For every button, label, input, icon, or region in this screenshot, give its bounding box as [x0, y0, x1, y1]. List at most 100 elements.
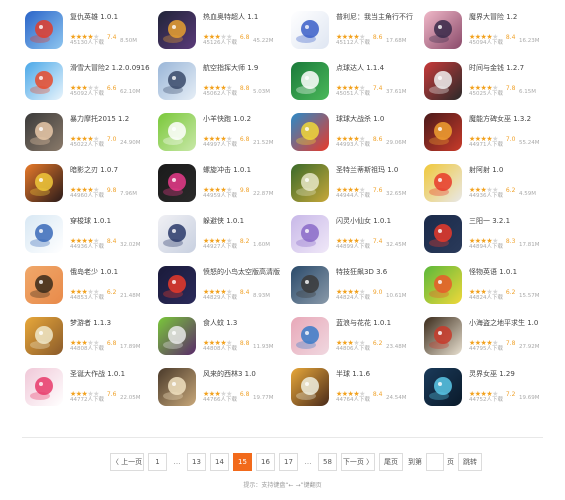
captain-hero-icon[interactable]	[25, 11, 63, 49]
app-item[interactable]: 螺旋冲击 1.0.1 ★★★★★ 9.8 44959人下载 22.87M	[155, 161, 288, 212]
app-name-link[interactable]: 怪物英语 1.0.1	[469, 267, 553, 277]
app-item[interactable]: 时间与金钱 1.2.7 ★★★★★ 7.8 45025人下载 6.15M	[421, 59, 552, 110]
app-name-link[interactable]: 滑雪大冒险2 1.2.0.0916	[70, 63, 154, 73]
app-name-link[interactable]: 魔能方碑女巫 1.3.2	[469, 114, 553, 124]
spiral-icon[interactable]	[158, 164, 196, 202]
app-item[interactable]: 航空指挥大师 1.9 ★★★★★ 8.8 45062人下载 5.03M	[155, 59, 288, 110]
app-item[interactable]: 暴力摩托2015 1.2 ★★★★★ 7.0 45022人下载 24.90M	[22, 110, 155, 161]
app-name-link[interactable]: 点球达人 1.1.4	[336, 63, 420, 73]
app-name-link[interactable]: 特技狂飙3D 3.6	[336, 267, 420, 277]
app-name-link[interactable]: 时间与金钱 1.2.7	[469, 63, 553, 73]
jump-button[interactable]: 跳转	[458, 453, 482, 471]
christmas-girl-icon[interactable]	[25, 368, 63, 406]
app-name-link[interactable]: 蓝浪与花花 1.0.1	[336, 318, 420, 328]
app-item[interactable]: 愤怒的小鸟太空版高清版 ★★★★★ 8.4 44829人下载 8.93M	[155, 263, 288, 314]
app-item[interactable]: 灵界女巫 1.29 ★★★★★ 7.2 44752人下载 19.69M	[421, 365, 552, 416]
app-item[interactable]: 躲避侠 1.0.1 ★★★★★ 8.2 44927人下载 1.60M	[155, 212, 288, 263]
ski-safari-icon[interactable]	[25, 62, 63, 100]
app-item[interactable]: 暗影之刃 1.0.7 ★★★★★ 9.8 44960人下载 7.96M	[22, 161, 155, 212]
demon-girl-icon[interactable]	[424, 11, 462, 49]
app-name-link[interactable]: 梦游者 1.1.3	[70, 318, 154, 328]
app-name-link[interactable]: 球球大战杀 1.0	[336, 114, 420, 124]
app-item[interactable]: 俄岛老少 1.0.1 ★★★★★ 6.2 44853人下载 21.48M	[22, 263, 155, 314]
stunt-racer-icon[interactable]	[291, 266, 329, 304]
shuttle-ball-icon[interactable]	[25, 215, 63, 253]
prev-page-button[interactable]: 〈 上一页	[110, 453, 144, 471]
app-item[interactable]: 特技狂飙3D 3.6 ★★★★★ 9.0 44824人下载 10.61M	[288, 263, 421, 314]
ultraman-icon[interactable]	[158, 11, 196, 49]
app-name-link[interactable]: 风来的西林3 1.0	[203, 369, 287, 379]
app-item[interactable]: 风来的西林3 1.0 ★★★★★ 6.8 44766人下载 19.77M	[155, 365, 288, 416]
app-item[interactable]: 闪灵小仙女 1.0.1 ★★★★★ 7.4 44899人下载 32.45M	[288, 212, 421, 263]
app-item[interactable]: 怪物英语 1.0.1 ★★★★★ 6.2 44824人下载 15.57M	[421, 263, 552, 314]
app-name-link[interactable]: 热血奥特超人 1.1	[203, 12, 287, 22]
app-item[interactable]: 穿梭球 1.0.1 ★★★★★ 8.4 44936人下载 32.02M	[22, 212, 155, 263]
app-item[interactable]: 复仇英雄 1.0.1 ★★★★★ 7.4 45130人下载 8.50M	[22, 8, 155, 59]
witch-icon[interactable]	[424, 113, 462, 151]
pirate-icon[interactable]	[424, 317, 462, 355]
app-name-link[interactable]: 愤怒的小鸟太空版高清版	[203, 267, 287, 277]
target-icon[interactable]	[424, 164, 462, 202]
app-name-link[interactable]: 暴力摩托2015 1.2	[70, 114, 154, 124]
bearded-man-icon[interactable]	[25, 266, 63, 304]
app-item[interactable]: 球球大战杀 1.0 ★★★★★ 8.6 44993人下载 29.06M	[288, 110, 421, 161]
app-name-link[interactable]: 三阳一 3.2.1	[469, 216, 553, 226]
app-name-link[interactable]: 魔界大冒险 1.2	[469, 12, 553, 22]
spirit-witch-icon[interactable]	[424, 368, 462, 406]
app-name-link[interactable]: 灵界女巫 1.29	[469, 369, 553, 379]
sleepwalker-icon[interactable]	[25, 317, 63, 355]
angry-birds-space-icon[interactable]	[158, 266, 196, 304]
app-item[interactable]: 魔界大冒险 1.2 ★★★★★ 8.4 45094人下载 16.23M	[421, 8, 552, 59]
app-item[interactable]: 蓝浪与花花 1.0.1 ★★★★★ 6.2 44806人下载 23.48M	[288, 314, 421, 365]
blue-wave-icon[interactable]	[291, 317, 329, 355]
app-name-link[interactable]: 小海盗之地平求生 1.0	[469, 318, 553, 328]
moto-rider-icon[interactable]	[25, 113, 63, 151]
page-17-button[interactable]: 17	[279, 453, 298, 471]
app-item[interactable]: 射阿射 1.0 ★★★★★ 6.2 44936人下载 4.59M	[421, 161, 552, 212]
app-name-link[interactable]: 食人蚊 1.3	[203, 318, 287, 328]
app-name-link[interactable]: 圣特兰蒂斯祖玛 1.0	[336, 165, 420, 175]
shadow-blade-icon[interactable]	[25, 164, 63, 202]
app-item[interactable]: 梦游者 1.1.3 ★★★★★ 6.8 44808人下载 17.89M	[22, 314, 155, 365]
app-item[interactable]: 小羊快跑 1.0.2 ★★★★★ 6.8 44997人下载 21.52M	[155, 110, 288, 161]
app-item[interactable]: 滑雪大冒险2 1.2.0.0916 ★★★★★ 6.6 45092人下载 62.10M	[22, 59, 155, 110]
page-15-current-button[interactable]: 15	[233, 453, 252, 471]
app-name-link[interactable]: 穿梭球 1.0.1	[70, 216, 154, 226]
ball-racer-icon[interactable]	[291, 113, 329, 151]
soccer-ball-icon[interactable]	[291, 62, 329, 100]
app-name-link[interactable]: 闪灵小仙女 1.0.1	[336, 216, 420, 226]
hemisphere-icon[interactable]	[291, 368, 329, 406]
app-name-link[interactable]: 小羊快跑 1.0.2	[203, 114, 287, 124]
app-name-link[interactable]: 暗影之刃 1.0.7	[70, 165, 154, 175]
three-sun-icon[interactable]	[424, 215, 462, 253]
time-money-icon[interactable]	[424, 62, 462, 100]
fairy-icon[interactable]	[291, 215, 329, 253]
page-14-button[interactable]: 14	[210, 453, 229, 471]
airplane-icon[interactable]	[158, 62, 196, 100]
last-page-button[interactable]: 尾页	[379, 453, 403, 471]
zuma-icon[interactable]	[291, 164, 329, 202]
app-item[interactable]: 三阳一 3.2.1 ★★★★★ 8.3 44894人下载 17.81M	[421, 212, 552, 263]
mosquito-icon[interactable]	[158, 317, 196, 355]
app-item[interactable]: 点球达人 1.1.4 ★★★★★ 7.4 45051人下载 37.61M	[288, 59, 421, 110]
app-name-link[interactable]: 普利尼：我当主角行不行	[336, 12, 420, 22]
shiren-icon[interactable]	[158, 368, 196, 406]
page-16-button[interactable]: 16	[256, 453, 275, 471]
app-name-link[interactable]: 螺旋冲击 1.0.1	[203, 165, 287, 175]
monster-english-icon[interactable]	[424, 266, 462, 304]
app-item[interactable]: 热血奥特超人 1.1 ★★★★★ 6.8 45126人下载 45.22M	[155, 8, 288, 59]
app-name-link[interactable]: 航空指挥大师 1.9	[203, 63, 287, 73]
app-name-link[interactable]: 射阿射 1.0	[469, 165, 553, 175]
page-58-button[interactable]: 58	[318, 453, 337, 471]
dodge-hero-icon[interactable]	[158, 215, 196, 253]
app-name-link[interactable]: 复仇英雄 1.0.1	[70, 12, 154, 22]
jump-page-input[interactable]	[426, 453, 444, 471]
app-name-link[interactable]: 俄岛老少 1.0.1	[70, 267, 154, 277]
app-name-link[interactable]: 半球 1.1.6	[336, 369, 420, 379]
page-1-button[interactable]: 1	[148, 453, 167, 471]
app-item[interactable]: 小海盗之地平求生 1.0 ★★★★★ 7.8 44795人下载 27.92M	[421, 314, 552, 365]
prinny-icon[interactable]	[291, 11, 329, 49]
app-item[interactable]: 圣诞大作战 1.0.1 ★★★★★ 7.6 44772人下载 22.05M	[22, 365, 155, 416]
app-name-link[interactable]: 躲避侠 1.0.1	[203, 216, 287, 226]
app-item[interactable]: 魔能方碑女巫 1.3.2 ★★★★★ 7.0 44971人下载 55.24M	[421, 110, 552, 161]
